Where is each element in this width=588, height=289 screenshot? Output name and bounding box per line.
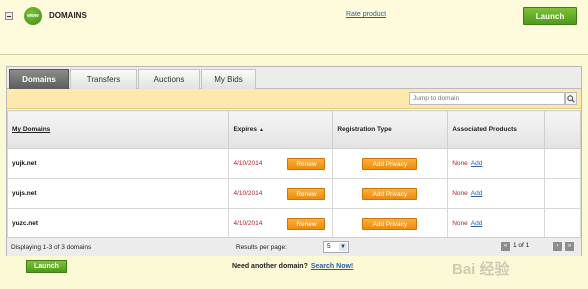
expiry-date: 4/10/2014 xyxy=(233,190,263,198)
watermark: Bai 经验 xyxy=(452,261,510,278)
associated-none: None xyxy=(452,160,468,167)
jump-to-domain-input[interactable] xyxy=(409,92,565,105)
add-privacy-button[interactable]: Add Privacy xyxy=(362,187,418,200)
domain-cell: yujs.net xyxy=(6,178,230,209)
launch-bottom-button[interactable]: Launch xyxy=(26,260,67,273)
table-row: yujk.net 4/10/2014 Renew Add Privacy None… xyxy=(6,148,581,179)
need-another-domain: Need another domain? Search Now! xyxy=(232,263,353,270)
column-expires[interactable]: Expires ▲ xyxy=(228,110,334,149)
app-header: www DOMAINS Rate product Launch xyxy=(0,0,588,55)
column-label[interactable]: Expires xyxy=(233,126,257,133)
search-bar xyxy=(7,89,581,109)
displaying-count: Displaying 1-3 of 3 domains xyxy=(11,244,92,251)
tab-domains[interactable]: Domains xyxy=(9,69,69,89)
registration-cell: Add Privacy xyxy=(332,178,449,209)
expiry-date: 4/10/2014 xyxy=(233,160,263,168)
associated-cell: None Add xyxy=(447,208,546,239)
domain-cell: yuzc.net xyxy=(6,208,230,239)
next-page-icon[interactable]: › xyxy=(553,242,562,251)
collapse-icon[interactable] xyxy=(5,12,13,20)
associated-cell: None Add xyxy=(447,148,546,179)
domain-name: yuzc.net xyxy=(12,220,39,227)
first-page-icon[interactable]: « xyxy=(501,242,510,251)
add-product-link[interactable]: Add xyxy=(471,220,483,227)
table-row: yuzc.net 4/10/2014 Renew Add Privacy None… xyxy=(6,208,581,239)
domain-cell: yujk.net xyxy=(6,148,230,179)
blank-cell xyxy=(544,148,581,179)
associated-cell: None Add xyxy=(447,178,546,209)
tab-my-bids[interactable]: My Bids xyxy=(201,69,256,89)
search-button[interactable] xyxy=(565,92,577,105)
results-per-page-value: 5 xyxy=(327,243,331,250)
page-title: DOMAINS xyxy=(49,11,87,20)
expiry-date: 4/10/2014 xyxy=(233,220,263,228)
associated-none: None xyxy=(452,190,468,197)
add-product-link[interactable]: Add xyxy=(471,190,483,197)
column-associated-products: Associated Products xyxy=(447,110,546,149)
sort-ascending-icon: ▲ xyxy=(258,127,264,133)
renew-button[interactable]: Renew xyxy=(287,187,326,200)
expires-cell: 4/10/2014 Renew xyxy=(228,178,334,209)
renew-button[interactable]: Renew xyxy=(287,157,326,170)
blank-cell xyxy=(544,178,581,209)
domains-panel: Domains Transfers Auctions My Bids My Do… xyxy=(6,66,582,256)
tab-auctions[interactable]: Auctions xyxy=(138,69,200,89)
expires-cell: 4/10/2014 Renew xyxy=(228,148,334,179)
column-label[interactable]: My Domains xyxy=(12,126,50,133)
blank-cell xyxy=(544,208,581,239)
domains-table: My Domains Expires ▲ Registration Type As… xyxy=(6,110,581,239)
search-now-link[interactable]: Search Now! xyxy=(311,263,353,270)
results-per-page-label: Results per page: xyxy=(236,244,287,251)
table-footer: Displaying 1-3 of 3 domains Results per … xyxy=(7,237,581,256)
registration-cell: Add Privacy xyxy=(332,208,449,239)
rate-product-link[interactable]: Rate product xyxy=(346,11,386,18)
tab-transfers[interactable]: Transfers xyxy=(70,69,137,89)
expires-cell: 4/10/2014 Renew xyxy=(228,208,334,239)
magnifier-icon xyxy=(567,94,575,103)
launch-button[interactable]: Launch xyxy=(523,7,577,25)
pager-text: 1 of 1 xyxy=(513,242,530,249)
need-another-domain-text: Need another domain? xyxy=(232,263,308,270)
add-privacy-button[interactable]: Add Privacy xyxy=(362,157,418,170)
chevron-down-icon: ▼ xyxy=(339,243,347,251)
column-registration-type: Registration Type xyxy=(332,110,449,149)
domain-name: yujs.net xyxy=(12,190,37,197)
column-blank xyxy=(544,110,581,149)
column-my-domains[interactable]: My Domains xyxy=(6,110,230,149)
results-per-page-select[interactable]: 5 ▼ xyxy=(323,241,349,253)
table-header-row: My Domains Expires ▲ Registration Type As… xyxy=(6,110,581,149)
domains-logo-icon: www xyxy=(24,7,42,25)
renew-button[interactable]: Renew xyxy=(287,217,326,230)
associated-none: None xyxy=(452,220,468,227)
add-privacy-button[interactable]: Add Privacy xyxy=(362,217,418,230)
table-row: yujs.net 4/10/2014 Renew Add Privacy None… xyxy=(6,178,581,209)
tab-bar: Domains Transfers Auctions My Bids xyxy=(7,67,581,89)
add-product-link[interactable]: Add xyxy=(471,160,483,167)
last-page-icon[interactable]: » xyxy=(565,242,574,251)
registration-cell: Add Privacy xyxy=(332,148,449,179)
domain-name: yujk.net xyxy=(12,160,37,167)
